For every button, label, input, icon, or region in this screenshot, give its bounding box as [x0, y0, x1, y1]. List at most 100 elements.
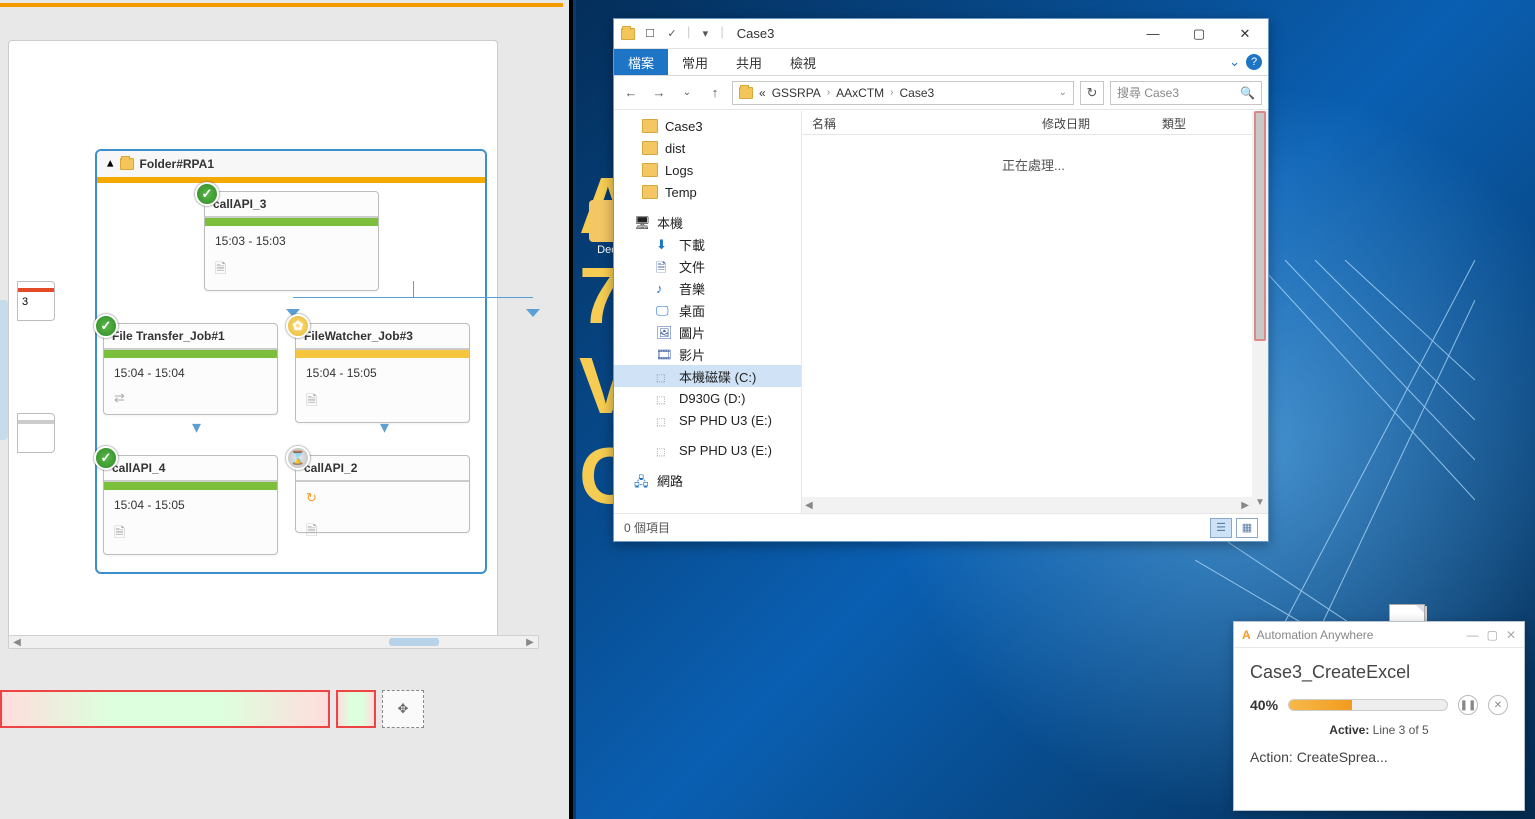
- recent-locations-button[interactable]: ⌄: [676, 82, 698, 104]
- navigation-pane[interactable]: Case3 dist Logs Temp 本機 下載 文件 音樂 桌面 圖片 影…: [614, 111, 802, 513]
- path-segment[interactable]: GSSRPA: [772, 86, 821, 100]
- job-card-callapi4[interactable]: ✓ callAPI_4 15:04 - 15:05: [103, 455, 278, 555]
- folder-icon: [642, 163, 658, 177]
- ribbon-tab-view[interactable]: 檢視: [776, 49, 830, 75]
- network-icon: [634, 473, 650, 487]
- nav-item-drive-e2[interactable]: SP PHD U3 (E:): [614, 439, 801, 461]
- job-card-filetransfer[interactable]: ✓ File Transfer_Job#1 15:04 - 15:04: [103, 323, 278, 415]
- search-input[interactable]: 搜尋 Case3 🔍: [1110, 81, 1262, 105]
- path-segment[interactable]: «: [759, 86, 766, 100]
- status-clock-icon: ⌛: [286, 446, 310, 470]
- job-card-cut[interactable]: 3: [17, 281, 55, 321]
- details-view-button[interactable]: ☰: [1210, 518, 1232, 538]
- job-card-callapi2[interactable]: ⌛ callAPI_2: [295, 455, 470, 533]
- aa-action-text: Action: CreateSprea...: [1250, 749, 1508, 765]
- nav-item-drive-c[interactable]: 本機磁碟 (C:): [614, 365, 801, 387]
- nav-item-documents[interactable]: 文件: [614, 255, 801, 277]
- nav-item-dist[interactable]: dist: [614, 137, 801, 159]
- path-segment[interactable]: AAxCTM: [836, 86, 884, 100]
- job-title: FileWatcher_Job#3: [304, 329, 413, 343]
- nav-item-temp[interactable]: Temp: [614, 181, 801, 203]
- forward-button[interactable]: →: [648, 82, 670, 104]
- ribbon-tab-home[interactable]: 常用: [668, 49, 722, 75]
- scroll-down-icon[interactable]: ▼: [1252, 497, 1268, 513]
- minimize-button[interactable]: —: [1467, 628, 1479, 642]
- ribbon-expand-icon[interactable]: ⌄: [1229, 54, 1240, 70]
- nav-item-thispc[interactable]: 本機: [614, 211, 801, 233]
- large-icons-view-button[interactable]: ▦: [1236, 518, 1258, 538]
- ribbon-tab-share[interactable]: 共用: [722, 49, 776, 75]
- aa-percent: 40%: [1250, 697, 1278, 713]
- back-button[interactable]: ←: [620, 82, 642, 104]
- horizontal-scrollbar[interactable]: ◀▶: [802, 497, 1252, 513]
- ribbon-tab-file[interactable]: 檔案: [614, 49, 668, 75]
- col-type[interactable]: 類型: [1152, 111, 1222, 134]
- nav-item-case3[interactable]: Case3: [614, 115, 801, 137]
- scroll-right-icon[interactable]: ▶: [522, 637, 538, 648]
- job-card-callapi3[interactable]: ✓ callAPI_3 15:03 - 15:03: [204, 191, 379, 291]
- desktop-icon: [656, 303, 672, 317]
- processing-icon: [306, 491, 317, 505]
- file-explorer-window[interactable]: ☐ ✓ | ▾ | Case3 — ▢ ✕ 檔案 常用 共用 檢視 ⌄ ? ← …: [613, 18, 1269, 542]
- job-times: 15:03 - 15:03: [215, 234, 368, 248]
- aa-titlebar[interactable]: A Automation Anywhere — ▢ ✕: [1234, 622, 1524, 648]
- thumbnail-selected[interactable]: [336, 690, 376, 728]
- thumbnail-move-handle[interactable]: ✥: [382, 690, 424, 728]
- help-icon[interactable]: ?: [1246, 54, 1262, 70]
- path-dropdown-icon[interactable]: ⌄: [1059, 87, 1067, 98]
- scroll-left-icon[interactable]: ◀: [9, 637, 25, 648]
- horizontal-scrollbar[interactable]: ◀ ▶: [8, 635, 539, 649]
- maximize-button[interactable]: ▢: [1487, 628, 1498, 642]
- folder-header[interactable]: Folder#RPA1: [97, 151, 485, 179]
- maximize-button[interactable]: ▢: [1176, 19, 1222, 49]
- nav-item-music[interactable]: 音樂: [614, 277, 801, 299]
- scroll-thumb[interactable]: [1254, 111, 1266, 341]
- vertical-scrollbar[interactable]: ▼: [1252, 111, 1268, 513]
- stop-button[interactable]: ✕: [1488, 695, 1508, 715]
- col-name[interactable]: 名稱: [802, 111, 1032, 134]
- nav-item-network[interactable]: 網路: [614, 469, 801, 491]
- nav-item-drive-d[interactable]: D930G (D:): [614, 387, 801, 409]
- path-segment[interactable]: Case3: [900, 86, 935, 100]
- drive-icon: [656, 413, 672, 427]
- thumbnail-overview[interactable]: [0, 690, 330, 728]
- minimize-button[interactable]: —: [1130, 19, 1176, 49]
- new-folder-icon[interactable]: ✓: [662, 24, 682, 44]
- folder-label: Folder#RPA1: [140, 157, 214, 171]
- automation-anywhere-dialog[interactable]: A Automation Anywhere — ▢ ✕ Case3_Create…: [1233, 621, 1525, 811]
- job-title: callAPI_4: [112, 461, 165, 475]
- nav-item-drive-e1[interactable]: SP PHD U3 (E:): [614, 409, 801, 431]
- diagram-canvas[interactable]: 3 Folder#RPA1 ✓ callAPI_3 15:03 - 15:03: [8, 40, 498, 640]
- properties-icon[interactable]: ☐: [640, 24, 660, 44]
- scroll-thumb[interactable]: [389, 638, 439, 646]
- folder-icon: [642, 141, 658, 155]
- close-button[interactable]: ✕: [1222, 19, 1268, 49]
- nav-item-desktop[interactable]: 桌面: [614, 299, 801, 321]
- qat-dropdown-icon[interactable]: ▾: [695, 24, 715, 44]
- nav-item-pictures[interactable]: 圖片: [614, 321, 801, 343]
- folder-group[interactable]: Folder#RPA1 ✓ callAPI_3 15:03 - 15:03: [95, 149, 487, 574]
- drive-icon: [656, 391, 672, 405]
- col-date[interactable]: 修改日期: [1032, 111, 1152, 134]
- job-card-cut-grey[interactable]: [17, 413, 55, 453]
- close-button[interactable]: ✕: [1506, 628, 1516, 642]
- chevron-up-icon[interactable]: [107, 156, 114, 172]
- nav-item-logs[interactable]: Logs: [614, 159, 801, 181]
- loading-text: 正在處理...: [1002, 155, 1065, 174]
- titlebar[interactable]: ☐ ✓ | ▾ | Case3 — ▢ ✕: [614, 19, 1268, 49]
- address-bar[interactable]: « GSSRPA› AAxCTM› Case3 ⌄: [732, 81, 1074, 105]
- status-bar-yellow: [296, 350, 469, 358]
- panel-collapse-handle[interactable]: [0, 300, 8, 440]
- up-button[interactable]: ↑: [704, 82, 726, 104]
- nav-item-videos[interactable]: 影片: [614, 343, 801, 365]
- status-bar-green: [104, 350, 277, 358]
- document-icon: [656, 259, 672, 273]
- job-times: 15:04 - 15:04: [114, 366, 267, 380]
- refresh-button[interactable]: ↻: [1080, 81, 1104, 105]
- file-list[interactable]: 名稱 修改日期 類型 正在處理... ▼ ◀▶: [802, 111, 1268, 513]
- job-card-filewatcher[interactable]: ✿ FileWatcher_Job#3 15:04 - 15:05: [295, 323, 470, 423]
- nav-item-downloads[interactable]: 下載: [614, 233, 801, 255]
- pause-button[interactable]: ❚❚: [1458, 695, 1478, 715]
- progress-bar: [1288, 699, 1448, 711]
- status-bar-green: [205, 218, 378, 226]
